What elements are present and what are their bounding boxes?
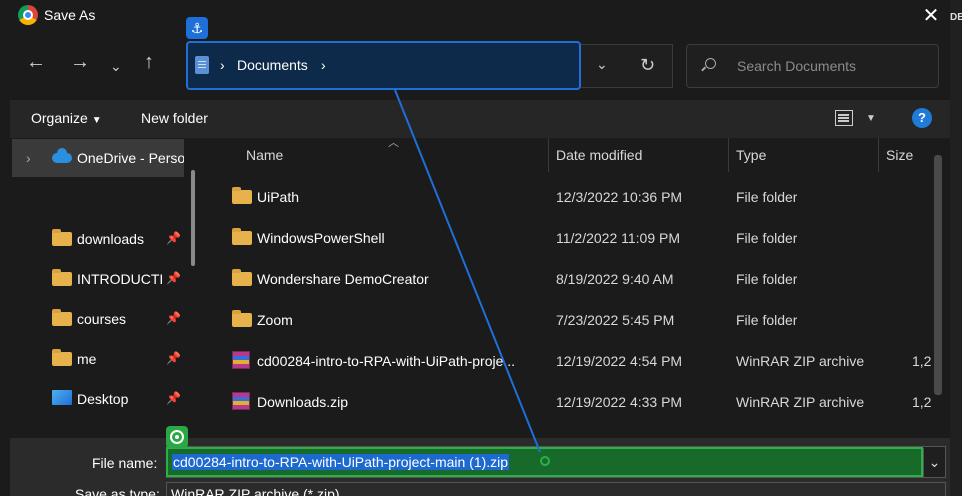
chevron-down-icon[interactable]: ⌄ (110, 56, 122, 76)
breadcrumb-chevron-icon[interactable]: › (321, 57, 326, 73)
file-date: 7/23/2022 5:45 PM (556, 312, 675, 328)
column-header-name[interactable]: Name (246, 147, 283, 163)
column-header-type[interactable]: Type (736, 147, 766, 163)
file-size: 1,2 (912, 394, 932, 410)
background-window-text: DE (950, 12, 962, 23)
file-type: File folder (736, 271, 798, 287)
column-header-size[interactable]: Size (886, 147, 913, 163)
file-date: 12/19/2022 4:33 PM (556, 394, 683, 410)
background-window-edge (950, 0, 962, 496)
sidebar-item-courses[interactable]: courses (77, 311, 162, 327)
window-title: Save As (44, 7, 96, 23)
organize-button[interactable]: Organize ▼ (31, 110, 102, 126)
file-date: 12/19/2022 4:54 PM (556, 353, 683, 369)
save-type-value[interactable]: WinRAR ZIP archive (*.zip) (171, 486, 340, 496)
file-name-label: File name: (92, 455, 158, 471)
column-divider[interactable] (728, 138, 729, 172)
folder-icon (52, 269, 72, 286)
sidebar-item-desktop[interactable]: Desktop (77, 391, 162, 407)
file-name-input[interactable]: cd00284-intro-to-RPA-with-UiPath-project… (172, 454, 510, 470)
folder-icon (52, 309, 72, 326)
address-bar-extension[interactable] (581, 44, 673, 88)
pin-icon[interactable]: 📌 (166, 311, 181, 325)
desktop-icon (52, 390, 72, 405)
save-type-label: Save as type: (75, 486, 160, 496)
breadcrumb-separator-icon: › (220, 57, 225, 73)
chrome-icon (18, 5, 38, 25)
file-size: 1,2 (912, 353, 932, 369)
arrow-right-icon[interactable]: → (70, 52, 90, 72)
pin-icon[interactable]: 📌 (166, 271, 181, 285)
sidebar-scrollbar[interactable] (191, 170, 195, 266)
file-type: File folder (736, 230, 798, 246)
chevron-down-icon[interactable]: ⌄ (923, 448, 945, 478)
breadcrumb-documents[interactable]: Documents (237, 57, 308, 73)
folder-icon (232, 187, 252, 204)
file-date: 12/3/2022 10:36 PM (556, 189, 683, 205)
folder-icon (232, 228, 252, 245)
file-name: cd00284-intro-to-RPA-with-UiPath-proje..… (257, 353, 516, 369)
sidebar-item-downloads[interactable]: downloads (77, 231, 162, 247)
file-name: Wondershare DemoCreator (257, 271, 429, 287)
file-type: File folder (736, 189, 798, 205)
column-divider[interactable] (878, 138, 879, 172)
search-icon (705, 58, 716, 69)
pin-icon[interactable]: 📌 (166, 391, 181, 405)
column-divider[interactable] (548, 138, 549, 172)
file-name: Downloads.zip (257, 394, 349, 410)
file-name: UiPath (257, 189, 300, 205)
folder-icon (232, 269, 252, 286)
file-name: Zoom (257, 312, 293, 328)
sort-ascending-icon: ︿ (388, 137, 399, 149)
pin-icon[interactable]: 📌 (166, 351, 181, 365)
organize-label: Organize (31, 110, 88, 126)
view-dropdown-icon[interactable]: ▼ (866, 113, 876, 124)
expand-chevron-icon[interactable]: › (26, 150, 31, 166)
file-type: WinRAR ZIP archive (736, 353, 865, 369)
file-type: WinRAR ZIP archive (736, 394, 865, 410)
file-date: 8/19/2022 9:40 AM (556, 271, 674, 287)
sidebar-item-label: OneDrive - Perso (77, 150, 184, 166)
documents-icon (195, 56, 209, 74)
new-folder-button[interactable]: New folder (141, 110, 208, 126)
search-input[interactable]: Search Documents (737, 58, 856, 74)
file-list-scrollbar[interactable] (934, 155, 942, 395)
address-dropdown-icon[interactable]: ⌄ (596, 56, 608, 73)
zip-archive-icon (232, 392, 250, 410)
file-name: WindowsPowerShell (257, 230, 385, 246)
pin-icon[interactable]: 📌 (166, 231, 181, 245)
close-icon[interactable]: ✕ (918, 4, 944, 28)
chevron-down-icon: ▼ (91, 115, 102, 126)
file-date: 11/2/2022 11:09 PM (556, 230, 681, 246)
folder-icon (52, 229, 72, 246)
onedrive-icon (52, 148, 72, 163)
zip-archive-icon (232, 351, 250, 369)
folder-icon (52, 349, 72, 366)
sidebar-item-introducti[interactable]: INTRODUCTI (77, 271, 162, 287)
anchor-icon: ⚓ (186, 17, 208, 39)
arrow-left-icon[interactable]: ← (26, 52, 46, 72)
file-type: File folder (736, 312, 798, 328)
column-header-date[interactable]: Date modified (556, 147, 642, 163)
arrow-up-icon[interactable]: ↑ (144, 52, 154, 72)
target-icon (166, 426, 188, 448)
sidebar-item-me[interactable]: me (77, 351, 162, 367)
title-bar (0, 0, 962, 32)
refresh-icon[interactable]: ↻ (640, 55, 655, 76)
folder-icon (232, 310, 252, 327)
help-icon[interactable]: ? (912, 108, 932, 128)
view-options-icon[interactable] (835, 110, 853, 126)
